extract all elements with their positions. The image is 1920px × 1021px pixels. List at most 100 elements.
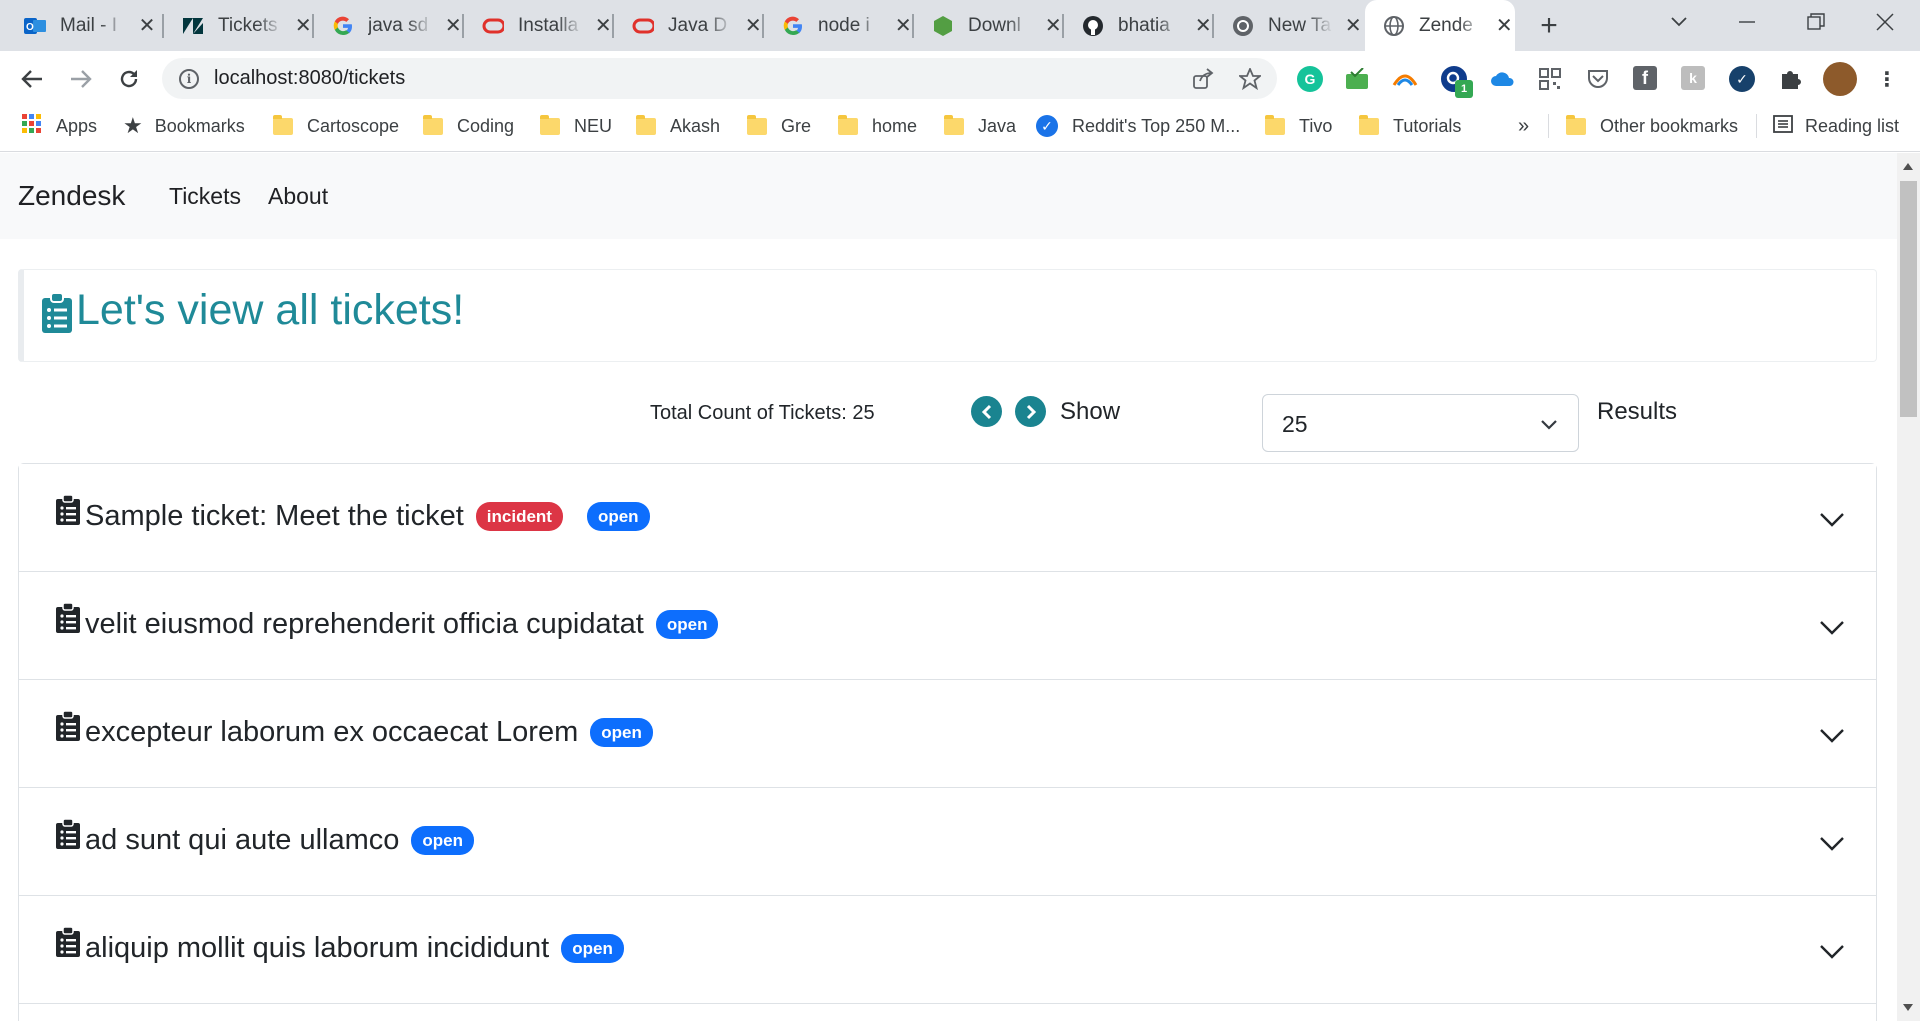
- page-scrollbar[interactable]: [1897, 153, 1920, 1021]
- chevron-down-icon[interactable]: [1819, 722, 1845, 748]
- bookmark-folder[interactable]: NEU: [540, 106, 612, 146]
- nav-link-about[interactable]: About: [268, 183, 328, 210]
- bookmark-reddit[interactable]: ✓ Reddit's Top 250 M...: [1036, 106, 1240, 146]
- ticket-row-partial[interactable]: [19, 1004, 1876, 1021]
- bookmark-folder[interactable]: Akash: [636, 106, 720, 146]
- bookmark-apps[interactable]: Apps: [22, 106, 97, 146]
- ticket-list: Sample ticket: Meet the ticket incident …: [18, 463, 1877, 1021]
- bookmark-folder[interactable]: Coding: [423, 106, 514, 146]
- nav-link-tickets[interactable]: Tickets: [169, 183, 241, 210]
- bookmark-folder[interactable]: Cartoscope: [273, 106, 399, 146]
- back-icon[interactable]: [16, 63, 48, 95]
- minimize-icon[interactable]: [1720, 0, 1774, 44]
- reading-list-button[interactable]: Reading list: [1773, 106, 1899, 146]
- facebook-icon[interactable]: f: [1633, 66, 1657, 90]
- folder-icon: [944, 114, 964, 135]
- site-info-icon[interactable]: i: [179, 68, 199, 89]
- apps-grid-icon: [22, 113, 42, 139]
- browser-tab[interactable]: Downl ✕: [914, 0, 1064, 51]
- globe-icon: [1383, 15, 1405, 37]
- close-tab-icon[interactable]: ✕: [1193, 15, 1215, 37]
- extensions-icon[interactable]: [1777, 66, 1803, 92]
- ticket-row[interactable]: velit eiusmod reprehenderit officia cupi…: [19, 572, 1876, 680]
- menu-kebab-icon[interactable]: ⋮: [1874, 66, 1900, 92]
- pocket-icon[interactable]: [1585, 66, 1611, 92]
- ticket-row[interactable]: aliquip mollit quis laborum incididunt o…: [19, 896, 1876, 1004]
- grammarly-icon[interactable]: G: [1297, 66, 1323, 92]
- ticket-row[interactable]: Sample ticket: Meet the ticket incident …: [19, 464, 1876, 572]
- cloud-icon[interactable]: [1490, 66, 1516, 92]
- close-tab-icon[interactable]: ✕: [1343, 15, 1365, 37]
- restore-icon[interactable]: [1789, 0, 1843, 44]
- bookmark-label: Cartoscope: [307, 115, 400, 136]
- close-tab-icon[interactable]: ✕: [443, 15, 465, 37]
- scroll-down-icon[interactable]: [1903, 1004, 1913, 1011]
- browser-tab[interactable]: node i ✕: [764, 0, 914, 51]
- star-icon: ★: [123, 113, 143, 138]
- browser-tab-active[interactable]: Zende ✕: [1365, 0, 1515, 51]
- browser-tab[interactable]: Installa ✕: [464, 0, 614, 51]
- extension-puzzle-gray-icon[interactable]: k: [1681, 66, 1705, 90]
- bookmark-bookmarks[interactable]: ★ Bookmarks: [123, 106, 245, 146]
- ticket-row[interactable]: ad sunt qui aute ullamco open: [19, 788, 1876, 896]
- clipboard-list-icon: [56, 927, 80, 957]
- clipboard-list-icon: [56, 495, 80, 525]
- extension-badge: 1: [1455, 80, 1473, 98]
- bookmark-label: Reading list: [1805, 115, 1900, 136]
- bookmark-folder[interactable]: Tivo: [1265, 106, 1332, 146]
- close-tab-icon[interactable]: ✕: [293, 15, 315, 37]
- chevron-down-icon[interactable]: [1819, 614, 1845, 640]
- browser-tab[interactable]: Java D ✕: [614, 0, 764, 51]
- page-size-select[interactable]: 25: [1262, 394, 1579, 452]
- chevron-down-icon[interactable]: [1819, 506, 1845, 532]
- share-icon[interactable]: [1192, 68, 1214, 90]
- chevron-down-icon[interactable]: [1819, 830, 1845, 856]
- close-tab-icon[interactable]: ✕: [743, 15, 765, 37]
- close-tab-icon[interactable]: ✕: [893, 15, 915, 37]
- bookmark-other[interactable]: Other bookmarks: [1566, 106, 1738, 146]
- google-icon: [782, 15, 804, 37]
- forward-icon[interactable]: [65, 63, 97, 95]
- close-tab-icon[interactable]: ✕: [1494, 15, 1516, 37]
- browser-toolbar: i localhost:8080/tickets G 1 f k ✓ ⋮: [0, 51, 1920, 106]
- scrollbar-thumb[interactable]: [1900, 181, 1917, 417]
- bookmarks-bar: Apps ★ Bookmarks Cartoscope Coding NEU A…: [0, 106, 1920, 152]
- browser-tab[interactable]: bhatia ✕: [1064, 0, 1214, 51]
- bookmark-folder[interactable]: Java: [944, 106, 1016, 146]
- browser-tab[interactable]: O Mail - I ✕: [0, 0, 164, 51]
- previous-page-button[interactable]: [971, 396, 1002, 427]
- mail-check-icon[interactable]: [1344, 66, 1370, 92]
- tab-title: java sd: [368, 14, 429, 36]
- browser-tab[interactable]: java sd ✕: [314, 0, 464, 51]
- close-window-icon[interactable]: [1858, 0, 1912, 44]
- browser-tab[interactable]: Tickets ✕: [164, 0, 314, 51]
- reload-icon[interactable]: [113, 63, 145, 95]
- check-circle-icon[interactable]: ✓: [1729, 66, 1755, 92]
- bookmark-star-icon[interactable]: [1239, 68, 1261, 90]
- tab-search-icon[interactable]: [1652, 0, 1706, 44]
- close-tab-icon[interactable]: ✕: [1043, 15, 1065, 37]
- clipboard-list-icon: [56, 819, 80, 849]
- url-text[interactable]: localhost:8080/tickets: [214, 67, 405, 90]
- bookmark-folder[interactable]: home: [838, 106, 917, 146]
- bookmark-label: Apps: [56, 115, 98, 136]
- bookmarks-overflow-icon[interactable]: »: [1518, 106, 1529, 146]
- chevron-right-icon: [1026, 404, 1036, 419]
- zendesk-icon: [182, 15, 204, 37]
- chevron-down-icon[interactable]: [1819, 938, 1845, 964]
- scroll-up-icon[interactable]: [1903, 163, 1913, 170]
- tab-title: Downl: [968, 14, 1021, 36]
- bookmark-folder[interactable]: Gre: [747, 106, 811, 146]
- arc-extension-icon[interactable]: [1392, 66, 1418, 92]
- close-tab-icon[interactable]: ✕: [593, 15, 615, 37]
- bookmark-folder[interactable]: Tutorials: [1359, 106, 1461, 146]
- ticket-row[interactable]: excepteur laborum ex occaecat Lorem open: [19, 680, 1876, 788]
- new-tab-icon[interactable]: +: [1533, 9, 1565, 42]
- avatar[interactable]: [1823, 62, 1857, 96]
- qr-code-icon[interactable]: [1537, 66, 1563, 92]
- browser-tab[interactable]: New Ta ✕: [1214, 0, 1364, 51]
- close-tab-icon[interactable]: ✕: [136, 15, 158, 37]
- address-bar[interactable]: i localhost:8080/tickets: [162, 58, 1277, 99]
- next-page-button[interactable]: [1015, 396, 1046, 427]
- brand-link[interactable]: Zendesk: [18, 180, 125, 212]
